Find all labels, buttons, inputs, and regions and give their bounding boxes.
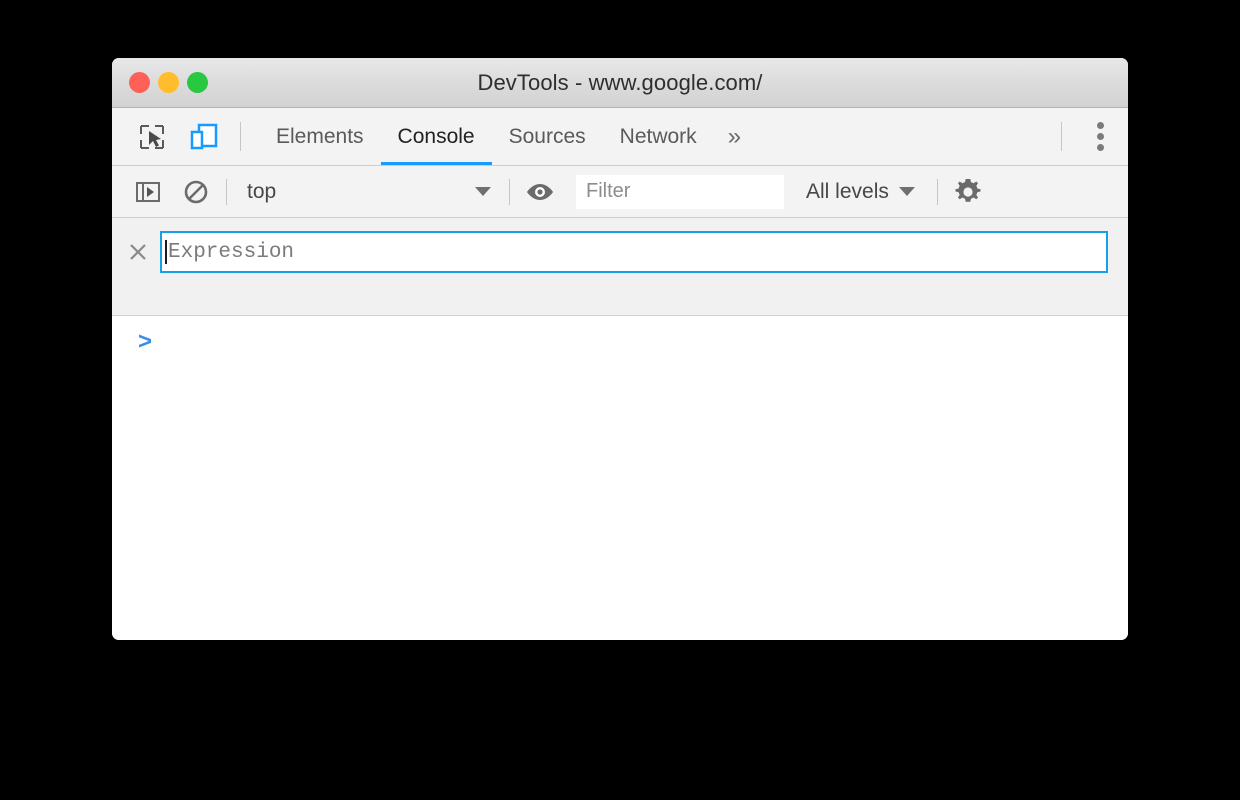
create-live-expression-button[interactable] <box>516 166 564 218</box>
execution-context-value: top <box>247 179 277 203</box>
prompt-chevron-icon: > <box>138 328 153 355</box>
eye-icon <box>525 181 555 203</box>
live-expression-row <box>112 218 1128 273</box>
tab-elements[interactable]: Elements <box>259 108 381 165</box>
chevron-down-icon <box>475 187 491 196</box>
devtools-window: DevTools - www.google.com/ Elements Cons… <box>112 58 1128 640</box>
tab-network[interactable]: Network <box>603 108 714 165</box>
tab-network-label: Network <box>619 124 697 148</box>
console-prompt-row[interactable]: > <box>112 326 1128 356</box>
tab-elements-label: Elements <box>276 124 364 148</box>
tab-console[interactable]: Console <box>380 108 492 165</box>
devtools-tab-bar: Elements Console Sources Network » <box>112 108 1128 166</box>
live-expression-input-wrapper[interactable] <box>160 231 1108 273</box>
more-vertical-icon <box>1096 122 1104 151</box>
tabbar-separator-right <box>1061 122 1062 151</box>
device-toolbar-button[interactable] <box>178 108 230 165</box>
log-level-value: All levels <box>806 179 889 203</box>
chevron-double-right-icon: » <box>727 122 742 150</box>
console-output-area[interactable]: > <box>112 316 1128 640</box>
gear-icon <box>953 177 983 207</box>
device-toolbar-icon <box>189 122 219 152</box>
log-level-selector[interactable]: All levels <box>790 166 931 218</box>
live-expression-input[interactable] <box>167 233 1106 271</box>
live-expression-pane <box>112 218 1128 316</box>
inspect-element-button[interactable] <box>126 108 178 165</box>
tab-sources-label: Sources <box>508 124 586 148</box>
console-sidebar-icon <box>135 179 161 205</box>
settings-button[interactable] <box>944 166 992 218</box>
more-tabs-button[interactable]: » <box>714 108 755 165</box>
console-prompt-input[interactable] <box>162 332 1128 356</box>
clear-console-button[interactable] <box>172 166 220 218</box>
execution-context-selector[interactable]: top <box>233 166 503 218</box>
inspect-element-icon <box>138 123 166 151</box>
window-title: DevTools - www.google.com/ <box>477 70 763 95</box>
console-sidebar-toggle-button[interactable] <box>124 166 172 218</box>
tabs-list: Elements Console Sources Network <box>259 108 714 165</box>
toolbar-separator-1 <box>226 178 227 205</box>
toolbar-separator-2 <box>509 178 510 205</box>
toolbar-separator-3 <box>936 178 938 205</box>
tab-console-label: Console <box>397 124 475 148</box>
main-menu-button[interactable] <box>1072 108 1128 165</box>
chevron-down-icon <box>898 187 915 196</box>
tab-sources[interactable]: Sources <box>492 108 603 165</box>
window-title-bar: DevTools - www.google.com/ <box>112 58 1128 108</box>
clear-console-icon <box>183 179 209 205</box>
remove-live-expression-button[interactable] <box>122 236 154 268</box>
tabbar-separator <box>240 122 241 151</box>
close-icon <box>128 242 148 262</box>
filter-input[interactable] <box>576 174 784 209</box>
tabbar-spacer <box>755 108 1051 165</box>
console-toolbar: top All levels <box>112 166 1128 218</box>
